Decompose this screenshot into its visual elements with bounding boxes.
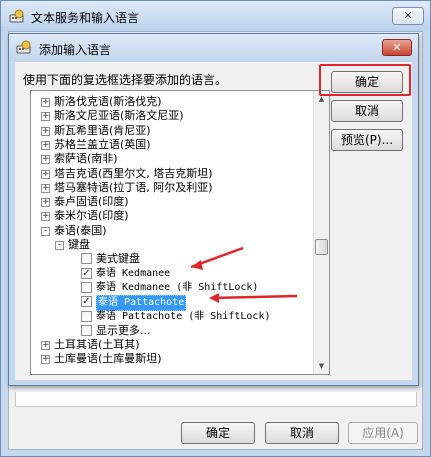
outer-panel	[15, 392, 417, 407]
outer-title-bar: 文本服务和输入语言 ✕	[1, 1, 430, 31]
outer-cancel-button[interactable]: 取消	[265, 422, 339, 444]
dialog-title-bar: 添加输入语言 ✕	[9, 34, 418, 62]
dialog-close-button[interactable]: ✕	[382, 39, 412, 56]
arrow-line-2	[210, 294, 298, 300]
arrow-head-1	[191, 260, 203, 270]
arrow-head-2	[209, 293, 219, 303]
outer-apply-button[interactable]: 应用(A)	[348, 422, 418, 444]
add-input-language-dialog: 添加输入语言 ✕ 使用下面的复选框选择要添加的语言。 + 斯洛伐克语(斯洛伐克) +…	[8, 33, 419, 386]
outer-close-button[interactable]: ✕	[392, 7, 424, 25]
dialog-body: 使用下面的复选框选择要添加的语言。 + 斯洛伐克语(斯洛伐克) + 斯洛文尼亚语(斯洛…	[15, 62, 412, 380]
dialog-title: 添加输入语言	[39, 43, 112, 57]
keyboard-globe-icon	[16, 40, 32, 57]
outer-window-title: 文本服务和输入语言	[31, 11, 140, 25]
annotation-arrows	[190, 246, 298, 303]
outer-ok-button[interactable]: 确定	[181, 422, 255, 444]
keyboard-globe-icon	[9, 9, 25, 26]
